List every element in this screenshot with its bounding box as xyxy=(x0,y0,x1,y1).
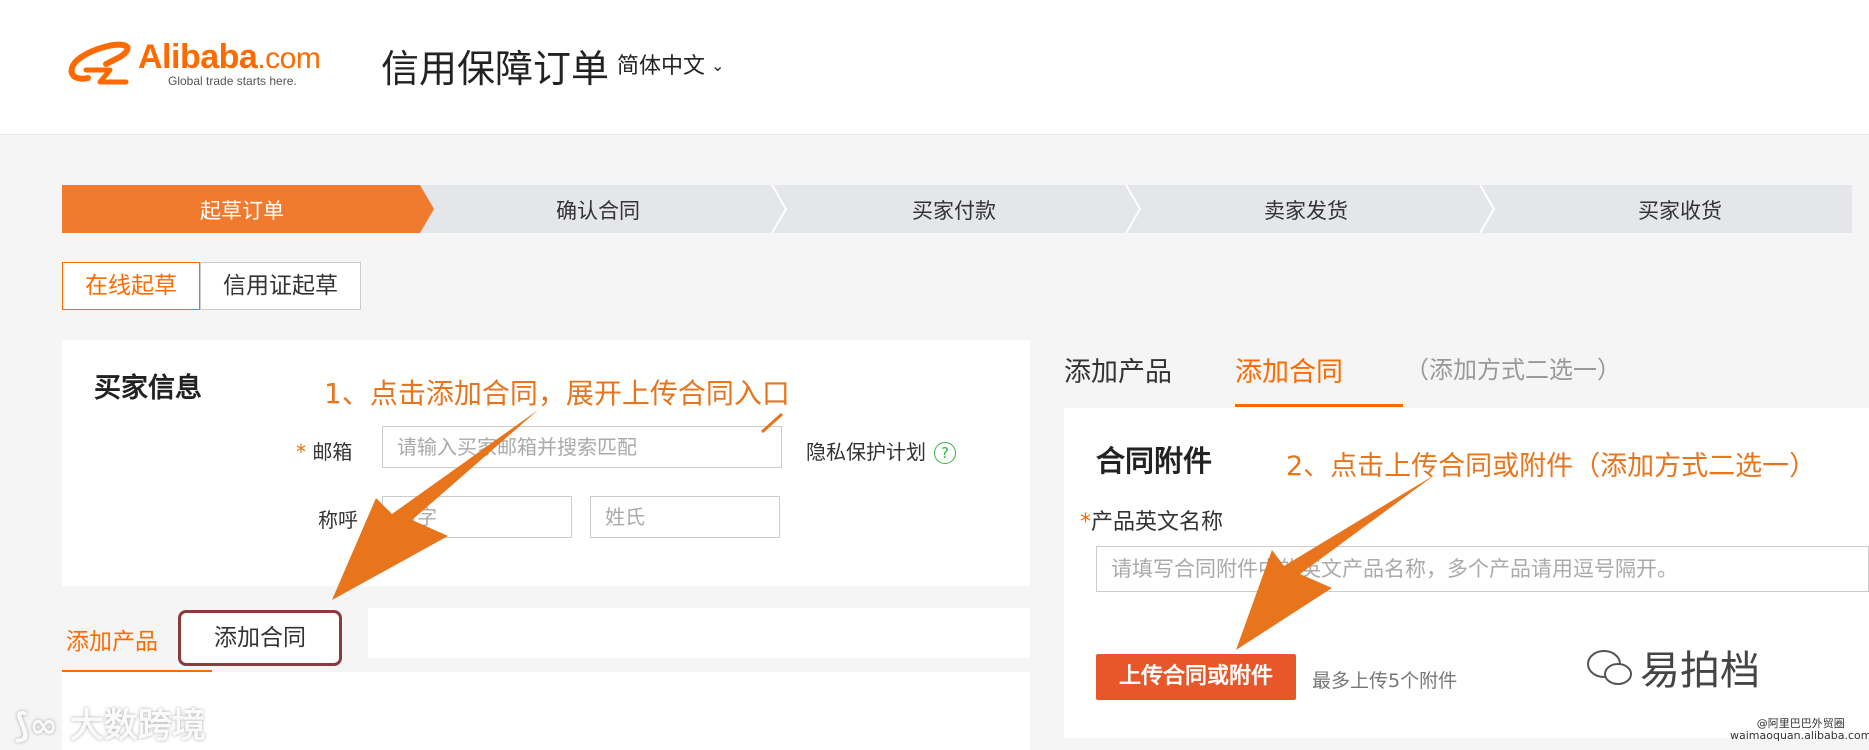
annotation-arrow-1 xyxy=(332,410,538,600)
annotation-arrow-2 xyxy=(1236,474,1436,650)
watermark-right: 易拍档 xyxy=(1586,638,1760,696)
annotation-step-2: 2、点击上传合同或附件（添加方式二选一） xyxy=(1286,451,1817,482)
wechat-icon xyxy=(1587,650,1632,685)
watermark-left: ⟆∞ 大数跨境 xyxy=(14,706,206,746)
annotation-step-1: 1、点击添加合同，展开上传合同入口 xyxy=(324,377,790,410)
annotation-stroke xyxy=(760,412,784,434)
watermark-logo-icon: ⟆∞ xyxy=(14,706,70,746)
watermark-site: @阿里巴巴外贸圈 waimaoquan.alibaba.com xyxy=(1730,717,1869,742)
